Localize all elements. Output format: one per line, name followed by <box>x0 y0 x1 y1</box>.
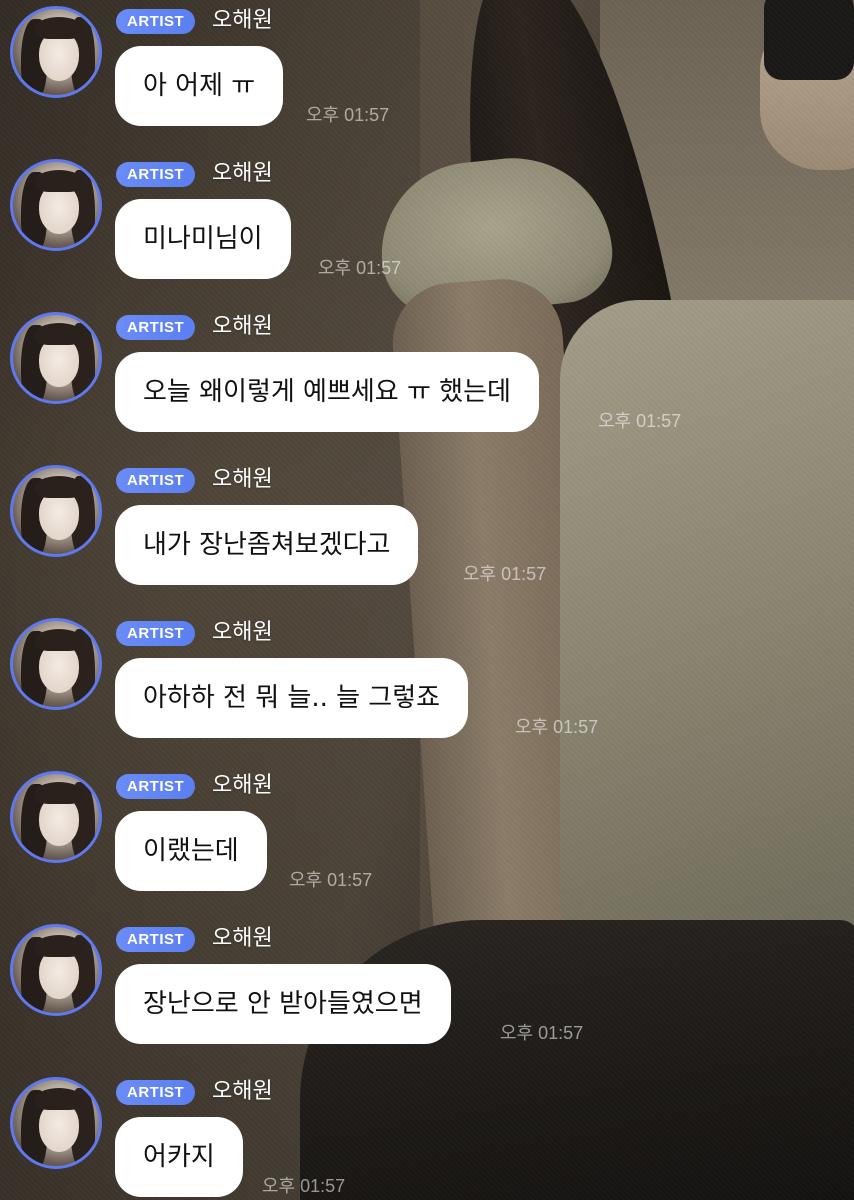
message-timestamp: 오후 01:57 <box>306 105 390 125</box>
sender-name: 오해원 <box>212 773 273 798</box>
message-timestamp: 오후 01:57 <box>515 717 599 737</box>
artist-badge: ARTIST <box>116 1080 196 1105</box>
artist-avatar[interactable] <box>10 6 102 98</box>
artist-avatar[interactable] <box>10 159 102 251</box>
sender-name: 오해원 <box>212 620 273 645</box>
chat-message-list: ARTIST 오해원 아 어제 ㅠ 오후 01:57 ARTIST 오해원 미나… <box>0 0 854 1200</box>
sender-name: 오해원 <box>212 1079 273 1104</box>
sender-name: 오해원 <box>212 161 273 186</box>
artist-badge: ARTIST <box>116 621 196 646</box>
artist-avatar[interactable] <box>10 618 102 710</box>
message-timestamp: 오후 01:57 <box>463 564 547 584</box>
message-bubble[interactable]: 내가 장난좀쳐보겠다고 <box>115 505 419 585</box>
artist-badge: ARTIST <box>116 927 196 952</box>
message-timestamp: 오후 01:57 <box>289 870 373 890</box>
artist-badge: ARTIST <box>116 9 196 34</box>
message-timestamp: 오후 01:57 <box>318 258 402 278</box>
chat-message: ARTIST 오해원 아하하 전 뭐 늘.. 늘 그렇죠 오후 01:57 <box>0 612 854 765</box>
sender-name: 오해원 <box>212 467 273 492</box>
chat-message: ARTIST 오해원 오늘 왜이렇게 예쁘세요 ㅠ 했는데 오후 01:57 <box>0 306 854 459</box>
message-timestamp: 오후 01:57 <box>598 411 682 431</box>
chat-message: ARTIST 오해원 미나미님이 오후 01:57 <box>0 153 854 306</box>
message-bubble[interactable]: 미나미님이 <box>115 199 291 279</box>
chat-message: ARTIST 오해원 내가 장난좀쳐보겠다고 오후 01:57 <box>0 459 854 612</box>
chat-message: ARTIST 오해원 장난으로 안 받아들였으면 오후 01:57 <box>0 918 854 1071</box>
message-bubble[interactable]: 오늘 왜이렇게 예쁘세요 ㅠ 했는데 <box>115 352 539 432</box>
chat-message: ARTIST 오해원 아 어제 ㅠ 오후 01:57 <box>0 0 854 153</box>
artist-avatar[interactable] <box>10 771 102 863</box>
message-timestamp: 오후 01:57 <box>500 1023 584 1043</box>
message-bubble[interactable]: 아하하 전 뭐 늘.. 늘 그렇죠 <box>115 658 469 738</box>
artist-badge: ARTIST <box>116 468 196 493</box>
sender-name: 오해원 <box>212 314 273 339</box>
artist-badge: ARTIST <box>116 774 196 799</box>
chat-message: ARTIST 오해원 어카지 오후 01:57 <box>0 1071 854 1200</box>
sender-name: 오해원 <box>212 8 273 33</box>
artist-avatar[interactable] <box>10 1077 102 1169</box>
message-timestamp: 오후 01:57 <box>262 1176 346 1196</box>
chat-message: ARTIST 오해원 이랬는데 오후 01:57 <box>0 765 854 918</box>
message-bubble[interactable]: 아 어제 ㅠ <box>115 46 284 126</box>
artist-avatar[interactable] <box>10 465 102 557</box>
message-bubble[interactable]: 이랬는데 <box>115 811 267 891</box>
sender-name: 오해원 <box>212 926 273 951</box>
message-bubble[interactable]: 장난으로 안 받아들였으면 <box>115 964 451 1044</box>
message-bubble[interactable]: 어카지 <box>115 1117 243 1197</box>
artist-avatar[interactable] <box>10 924 102 1016</box>
artist-avatar[interactable] <box>10 312 102 404</box>
artist-badge: ARTIST <box>116 162 196 187</box>
artist-badge: ARTIST <box>116 315 196 340</box>
